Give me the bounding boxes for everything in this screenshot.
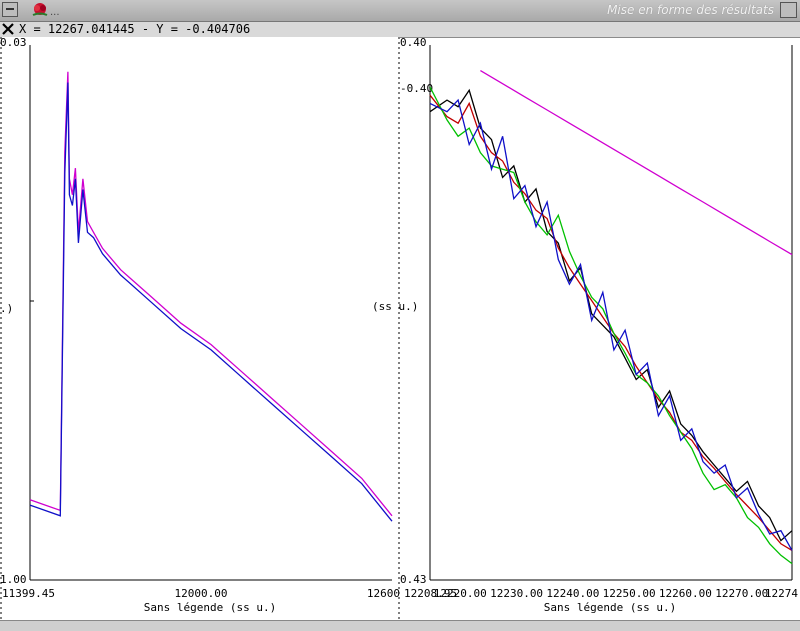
right-x-ticks: 12208.9512220.00 12230.00 12240.00 12250.00… bbox=[404, 587, 798, 600]
x-tick-label: 12274 bbox=[765, 587, 798, 600]
close-icon[interactable] bbox=[1, 22, 15, 36]
window-title: Mise en forme des résultats bbox=[607, 3, 774, 17]
left-y-unit-label: .) bbox=[0, 302, 13, 315]
plot-area[interactable]: 0.03 1.00 .) (ss u.) 11399.45 12000.00 126… bbox=[0, 37, 800, 620]
left-y-bottom-label: 1.00 bbox=[0, 573, 27, 586]
left-x-axis-label: Sans légende (ss u.) bbox=[144, 601, 276, 614]
right-y-top2-label: -0.40 bbox=[400, 82, 433, 95]
status-bar: X = 12267.041445 - Y = -0.404706 bbox=[0, 22, 800, 38]
title-ellipsis: ... bbox=[50, 7, 60, 18]
x-tick-label: 12260.00 bbox=[659, 587, 712, 600]
right-x-axis-label: Sans légende (ss u.) bbox=[544, 601, 676, 614]
bottom-bar bbox=[0, 620, 800, 631]
title-bar: ... Mise en forme des résultats bbox=[0, 0, 800, 22]
x-tick-label: 12250.00 bbox=[603, 587, 656, 600]
x-tick-label: 12220.00 bbox=[434, 587, 487, 600]
left-y-top-label: 0.03 bbox=[0, 37, 27, 49]
series-line-magenta bbox=[480, 70, 793, 256]
right-series bbox=[429, 70, 793, 565]
x-tick-label: 12240.00 bbox=[546, 587, 599, 600]
left-point-label: (ss u.) bbox=[372, 300, 418, 313]
cursor-coordinates: X = 12267.041445 - Y = -0.404706 bbox=[19, 22, 251, 36]
rose-logo-icon: ... bbox=[32, 3, 60, 18]
x-tick-label: 12230.00 bbox=[490, 587, 543, 600]
x-tick-label: 12000.00 bbox=[175, 587, 228, 600]
x-tick-label: 12270.00 bbox=[715, 587, 768, 600]
x-tick-label: 12600 bbox=[367, 587, 400, 600]
x-tick-label: 11399.45 bbox=[2, 587, 55, 600]
window-menu-button[interactable] bbox=[2, 2, 18, 17]
series-line-blue bbox=[429, 98, 793, 551]
series-line-green bbox=[429, 86, 793, 565]
right-y-top-label: 0.40 bbox=[400, 37, 427, 49]
series-line-red bbox=[429, 94, 793, 551]
right-y-bottom-label: 0.43 bbox=[400, 573, 427, 586]
window-close-button[interactable] bbox=[780, 2, 797, 18]
